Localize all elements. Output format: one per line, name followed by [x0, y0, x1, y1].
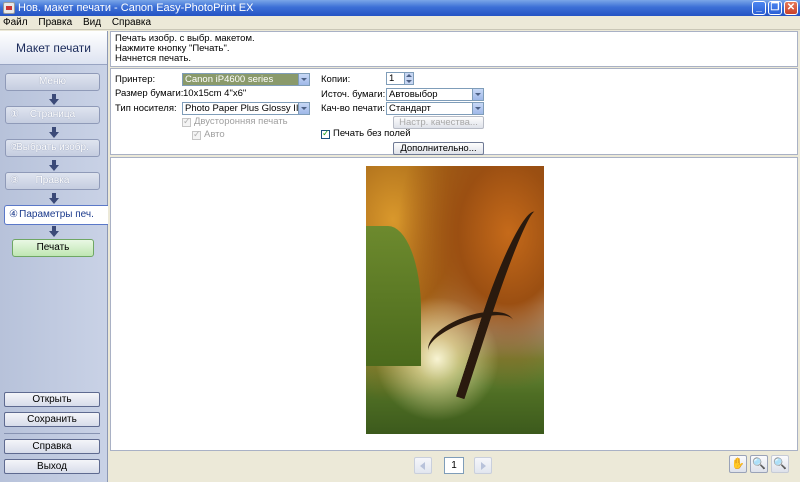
- quality-label: Кач-во печати:: [321, 103, 386, 114]
- step-print-settings[interactable]: ④ Параметры печ.: [4, 205, 108, 225]
- save-button[interactable]: Сохранить: [4, 412, 100, 427]
- step-page-label: Страница: [29, 109, 76, 120]
- zoom-out-icon[interactable]: 🔍: [771, 455, 789, 473]
- photo-preview[interactable]: [366, 166, 544, 434]
- photo-tree-trunk: [455, 206, 544, 406]
- print-preview: [110, 157, 798, 451]
- step-menu-label: Меню: [38, 76, 67, 87]
- open-button[interactable]: Открыть: [4, 392, 100, 407]
- minimize-button[interactable]: _: [752, 1, 766, 15]
- step-menu[interactable]: Меню: [5, 73, 100, 91]
- page-number-field[interactable]: 1: [444, 457, 464, 474]
- chevron-down-icon[interactable]: [298, 74, 309, 85]
- chevron-down-icon[interactable]: [472, 89, 483, 100]
- next-page-button[interactable]: [474, 457, 492, 474]
- arrow-down-icon: [49, 160, 59, 171]
- paper-source-value: Автовыбор: [389, 89, 438, 100]
- photo-hill: [366, 226, 421, 366]
- sidebar-title: Макет печати: [0, 31, 107, 65]
- step-number: ②: [10, 142, 19, 153]
- menu-view[interactable]: Вид: [83, 17, 101, 28]
- step-edit-label: Правка: [35, 175, 70, 186]
- paper-size-label: Размер бумаги:: [115, 88, 184, 99]
- menu-file[interactable]: Файл: [3, 17, 28, 28]
- title-bar: Нов. макет печати - Canon Easy-PhotoPrin…: [0, 0, 800, 16]
- previous-page-button[interactable]: [414, 457, 432, 474]
- duplex-label: Двусторонняя печать: [194, 116, 288, 127]
- media-type-select[interactable]: Photo Paper Plus Glossy II: [182, 102, 310, 115]
- exit-button[interactable]: Выход: [4, 459, 100, 474]
- step-select-images-label: Выбрать изобр.: [16, 142, 89, 153]
- duplex-checkbox[interactable]: [182, 116, 191, 127]
- borderless-checkbox[interactable]: [321, 128, 330, 139]
- quality-select[interactable]: Стандарт: [386, 102, 484, 115]
- divider: [4, 433, 100, 434]
- spinner-arrows-icon[interactable]: [404, 73, 413, 84]
- step-number: ①: [10, 109, 19, 120]
- borderless-label: Печать без полей: [333, 128, 411, 139]
- chevron-down-icon[interactable]: [298, 103, 309, 114]
- window-controls: _ ❐ ✕: [752, 1, 798, 15]
- printer-label: Принтер:: [115, 74, 156, 85]
- menu-bar: Файл Правка Вид Справка: [0, 16, 800, 30]
- arrow-down-icon: [49, 94, 59, 105]
- print-button[interactable]: Печать: [12, 239, 94, 257]
- instruction-line: Нажмите кнопку "Печать".: [115, 43, 230, 54]
- paper-source-label: Источ. бумаги:: [321, 89, 386, 100]
- media-type-label: Тип носителя:: [115, 103, 177, 114]
- print-settings-panel: Принтер: Canon iP4600 series Размер бума…: [110, 68, 798, 155]
- help-button[interactable]: Справка: [4, 439, 100, 454]
- copies-stepper[interactable]: 1: [386, 72, 414, 85]
- paper-source-select[interactable]: Автовыбор: [386, 88, 484, 101]
- chevron-down-icon[interactable]: [472, 103, 483, 114]
- app-icon: [3, 2, 15, 14]
- instructions-panel: Печать изобр. с выбр. макетом. Нажмите к…: [110, 31, 798, 67]
- step-edit[interactable]: ③ Правка: [5, 172, 100, 190]
- arrow-down-icon: [49, 127, 59, 138]
- advanced-button[interactable]: Дополнительно...: [393, 142, 484, 155]
- instruction-line: Начнется печать.: [115, 53, 191, 64]
- step-select-images[interactable]: ② Выбрать изобр.: [5, 139, 100, 157]
- step-number: ④: [9, 209, 18, 220]
- sidebar: Макет печати Меню ① Страница ② Выбрать и…: [0, 31, 108, 482]
- copies-label: Копии:: [321, 74, 351, 85]
- zoom-in-icon[interactable]: 🔍: [750, 455, 768, 473]
- maximize-button[interactable]: ❐: [768, 1, 782, 15]
- printer-select[interactable]: Canon iP4600 series: [182, 73, 310, 86]
- step-page[interactable]: ① Страница: [5, 106, 100, 124]
- auto-label: Авто: [204, 129, 225, 140]
- printer-value: Canon iP4600 series: [185, 74, 274, 85]
- media-type-value: Photo Paper Plus Glossy II: [185, 103, 299, 114]
- preview-toolbar: 1 ✋ 🔍 🔍: [110, 452, 798, 482]
- window-title: Нов. макет печати - Canon Easy-PhotoPrin…: [18, 2, 254, 14]
- copies-value: 1: [389, 73, 395, 84]
- paper-size-value: 10x15cm 4"x6": [183, 88, 247, 99]
- arrow-down-icon: [49, 193, 59, 204]
- menu-help[interactable]: Справка: [112, 17, 151, 28]
- quality-value: Стандарт: [389, 103, 431, 114]
- step-print-settings-label: Параметры печ.: [19, 209, 94, 220]
- auto-checkbox[interactable]: [192, 129, 201, 140]
- arrow-down-icon: [49, 226, 59, 237]
- step-number: ③: [10, 175, 19, 186]
- hand-tool-icon[interactable]: ✋: [729, 455, 747, 473]
- close-button[interactable]: ✕: [784, 1, 798, 15]
- menu-edit[interactable]: Правка: [38, 17, 72, 28]
